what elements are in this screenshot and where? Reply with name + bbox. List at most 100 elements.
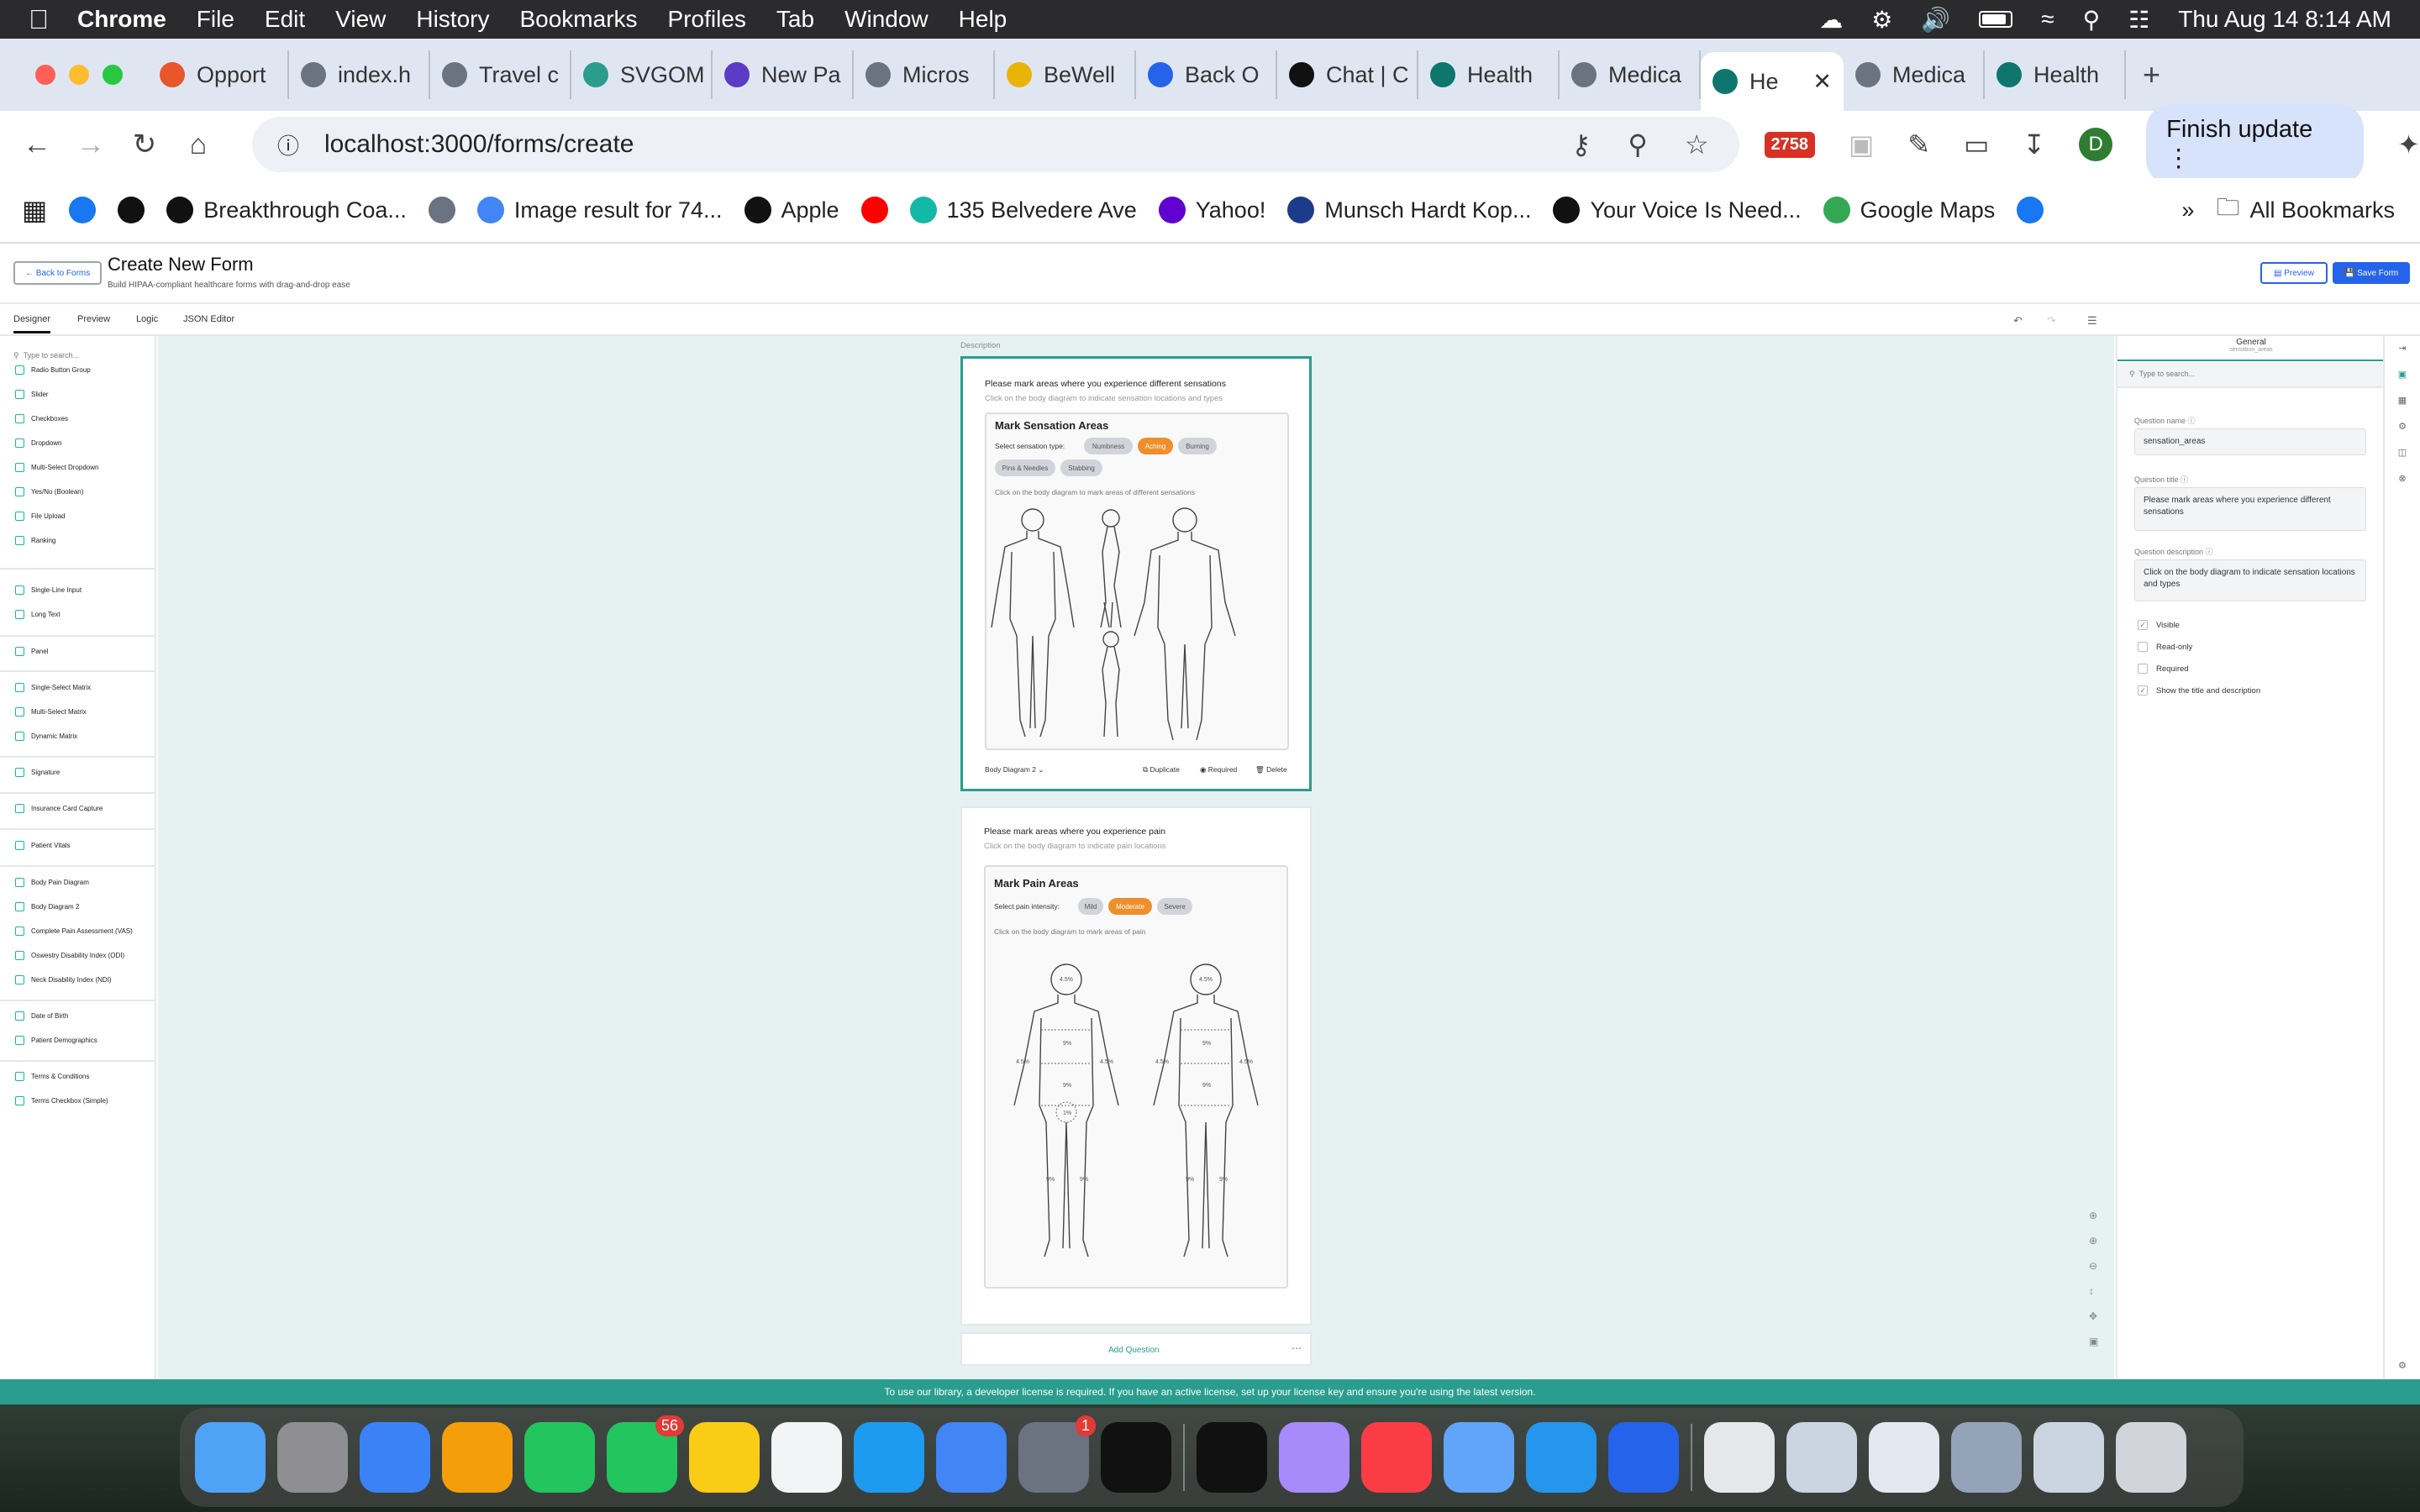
profile-avatar[interactable]: D bbox=[2079, 128, 2113, 161]
general-category-icon[interactable]: ▣ bbox=[2398, 369, 2407, 380]
toolbox-item[interactable]: Multi-Select Dropdown bbox=[15, 463, 98, 472]
chip-moderate[interactable]: Moderate bbox=[1108, 898, 1152, 915]
menu-history[interactable]: History bbox=[416, 6, 489, 33]
toolbox-item[interactable]: Long Text bbox=[15, 610, 60, 619]
bookmark-item[interactable]: Your Voice Is Need... bbox=[1553, 197, 1802, 223]
readonly-checkbox[interactable]: Read-only bbox=[2138, 642, 2192, 652]
chip-aching[interactable]: Aching bbox=[1138, 438, 1173, 454]
terminal-icon[interactable] bbox=[1197, 1422, 1267, 1493]
facetime-icon[interactable] bbox=[524, 1422, 595, 1493]
sensation-body-diagram[interactable] bbox=[986, 501, 1287, 745]
add-question-button[interactable]: Add Question bbox=[1108, 1346, 1160, 1355]
validation-category-icon[interactable]: ⊗ bbox=[2398, 473, 2406, 484]
tab-json-editor[interactable]: JSON Editor bbox=[183, 314, 234, 324]
tab-designer[interactable]: Designer bbox=[13, 314, 51, 333]
toolbox-item[interactable]: Dropdown bbox=[15, 438, 61, 448]
toolbox-item[interactable]: Complete Pain Assessment (VAS) bbox=[15, 927, 133, 936]
bookmark-item[interactable]: Image result for 74... bbox=[476, 197, 723, 223]
zoom-out-icon[interactable]: ⊖ bbox=[2089, 1260, 2098, 1272]
chip-stabbing[interactable]: Stabbing bbox=[1060, 459, 1102, 476]
toolbox-item[interactable]: Signature bbox=[15, 768, 60, 777]
menubar-clock[interactable]: Thu Aug 14 8:14 AM bbox=[2178, 6, 2391, 33]
trash-icon[interactable] bbox=[2116, 1422, 2186, 1493]
more-options-icon[interactable]: ⋯ bbox=[1292, 1342, 1302, 1354]
document-icon[interactable] bbox=[1704, 1422, 1775, 1493]
toolbox-item[interactable]: Yes/No (Boolean) bbox=[15, 487, 83, 496]
tab-search-icon[interactable]: ▭ bbox=[1964, 129, 1989, 160]
bookmark-item[interactable]: 135 Belvedere Ave bbox=[909, 197, 1137, 223]
collapse-panel-icon[interactable]: ⇥ bbox=[2398, 343, 2406, 354]
design-canvas[interactable]: Description Please mark areas where you … bbox=[158, 336, 2114, 1379]
bookmark-item[interactable]: Apple bbox=[744, 197, 839, 223]
menu-view[interactable]: View bbox=[335, 6, 386, 33]
form-description-label[interactable]: Description bbox=[960, 341, 1001, 350]
preview-icon[interactable] bbox=[1444, 1422, 1514, 1493]
menu-window[interactable]: Window bbox=[844, 6, 929, 33]
preview-button[interactable]: ▤ Preview bbox=[2260, 262, 2328, 284]
bookmark-item[interactable] bbox=[2017, 197, 2044, 223]
panel-settings-icon[interactable]: ⚙ bbox=[2398, 1360, 2407, 1371]
chip-mild[interactable]: Mild bbox=[1078, 898, 1103, 915]
toolbox-item[interactable]: File Upload bbox=[15, 512, 65, 521]
window-thumbnail-icon[interactable] bbox=[1951, 1422, 2022, 1493]
browser-tab[interactable]: Medica bbox=[1560, 50, 1701, 99]
utility-icon[interactable] bbox=[1279, 1422, 1349, 1493]
menu-edit[interactable]: Edit bbox=[265, 6, 305, 33]
apps-grid-icon[interactable]: ▦ bbox=[22, 194, 47, 226]
toolbox-item[interactable]: Insurance Card Capture bbox=[15, 804, 103, 813]
question-type-selector[interactable]: Body Diagram 2 ⌄ bbox=[985, 765, 1044, 774]
expand-icon[interactable]: ✥ bbox=[2089, 1310, 2098, 1322]
question-title[interactable]: Please mark areas where you experience d… bbox=[985, 379, 1226, 389]
zoom-fit-icon[interactable]: ⊕ bbox=[2089, 1235, 2098, 1247]
pain-body-diagram[interactable]: 4.5% 9% 9% 4.5% 4.5% 1% 9% 9% 4.5% 9% 9%… bbox=[986, 954, 1286, 1287]
browser-tab[interactable]: index.h bbox=[289, 50, 430, 99]
more-bookmarks-icon[interactable]: » bbox=[2181, 197, 2194, 223]
menu-file[interactable]: File bbox=[197, 6, 234, 33]
menu-app-name[interactable]: Chrome bbox=[77, 6, 166, 33]
extension-icon[interactable]: ▣ bbox=[1849, 129, 1874, 160]
toolbox-item[interactable]: Neck Disability Index (NDI) bbox=[15, 975, 112, 984]
browser-tab[interactable]: Health bbox=[1985, 50, 2126, 99]
browser-tab[interactable]: He ✕ bbox=[1701, 52, 1844, 111]
home-icon[interactable]: ⌂ bbox=[182, 129, 215, 161]
toolbox-item[interactable]: Body Diagram 2 bbox=[15, 902, 79, 911]
music-icon[interactable] bbox=[1361, 1422, 1432, 1493]
minimize-window-button[interactable] bbox=[69, 65, 89, 85]
required-toggle[interactable]: ◉ Required bbox=[1200, 765, 1237, 774]
reminders-icon[interactable] bbox=[771, 1422, 842, 1493]
toolbox-item[interactable]: Patient Vitals bbox=[15, 841, 71, 850]
toolbox-item[interactable]: Body Pain Diagram bbox=[15, 878, 89, 887]
bookmark-item[interactable]: Breakthrough Coa... bbox=[166, 197, 407, 223]
password-key-icon[interactable]: ⚷ bbox=[1571, 129, 1591, 160]
chrome-icon[interactable] bbox=[936, 1422, 1007, 1493]
zoom-icon[interactable]: ⚲ bbox=[1628, 129, 1647, 160]
zoom-window-button[interactable] bbox=[103, 65, 123, 85]
bookmark-star-icon[interactable]: ☆ bbox=[1685, 129, 1709, 160]
bookmark-item[interactable]: Yahoo! bbox=[1158, 197, 1265, 223]
toolbox-item[interactable]: Terms Checkbox (Simple) bbox=[15, 1096, 108, 1105]
toolbox-item[interactable]: Dynamic Matrix bbox=[15, 732, 77, 741]
show-title-checkbox-box[interactable]: ✓ bbox=[2138, 685, 2148, 696]
data-category-icon[interactable]: ◫ bbox=[2398, 447, 2407, 458]
visible-checkbox-box[interactable]: ✓ bbox=[2138, 620, 2148, 630]
show-title-checkbox[interactable]: ✓ Show the title and description bbox=[2138, 685, 2260, 696]
browser-tab[interactable]: Travel c bbox=[430, 50, 571, 99]
chip-severe[interactable]: Severe bbox=[1157, 898, 1192, 915]
tab-preview[interactable]: Preview bbox=[77, 314, 110, 324]
question-title-input[interactable]: Please mark areas where you experience d… bbox=[2134, 487, 2366, 531]
question-description[interactable]: Click on the body diagram to indicate pa… bbox=[984, 842, 1166, 851]
question-name-input[interactable]: sensation_areas bbox=[2134, 428, 2366, 455]
browser-tab[interactable]: Micros bbox=[854, 50, 995, 99]
visible-checkbox[interactable]: ✓ Visible bbox=[2138, 620, 2180, 630]
menu-tab[interactable]: Tab bbox=[776, 6, 814, 33]
toolbox-item[interactable]: Oswestry Disability Index (ODI) bbox=[15, 951, 124, 960]
extensions-puzzle-icon[interactable]: ✎ bbox=[1907, 129, 1930, 160]
docker-icon[interactable] bbox=[1526, 1422, 1597, 1493]
close-tab-icon[interactable]: ✕ bbox=[1812, 69, 1832, 95]
logic-category-icon[interactable]: ⚙ bbox=[2398, 421, 2407, 432]
delete-button[interactable]: 🗑 Delete bbox=[1255, 765, 1287, 774]
finder-icon[interactable] bbox=[195, 1422, 266, 1493]
undo-icon[interactable]: ↶ bbox=[2013, 314, 2023, 328]
tab-logic[interactable]: Logic bbox=[136, 314, 158, 324]
apple-menu-icon[interactable]:  bbox=[29, 4, 49, 35]
